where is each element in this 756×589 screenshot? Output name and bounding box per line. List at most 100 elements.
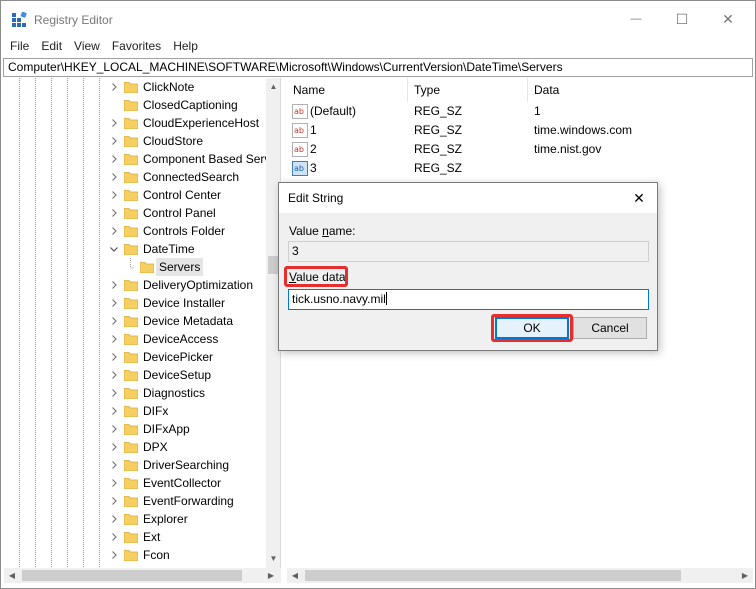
menu-view[interactable]: View	[69, 37, 105, 55]
chevron-right-icon[interactable]	[108, 456, 120, 474]
chevron-right-icon[interactable]	[108, 420, 120, 438]
registry-editor-icon	[12, 12, 27, 27]
chevron-right-icon[interactable]	[108, 150, 120, 168]
tree-item[interactable]: DIFxApp	[4, 420, 266, 438]
tree-item[interactable]: EventCollector	[4, 474, 266, 492]
folder-icon	[139, 261, 155, 274]
tree-item-label: DateTime	[143, 242, 195, 256]
tree-item[interactable]: Explorer	[4, 510, 266, 528]
column-header-name[interactable]: Name	[287, 78, 408, 102]
column-header-data[interactable]: Data	[528, 78, 753, 102]
tree-item[interactable]: Device Installer	[4, 294, 266, 312]
menu-bar: File Edit View Favorites Help	[1, 37, 755, 55]
value-name-cell: 2	[310, 142, 317, 156]
value-row[interactable]: ab (Default) REG_SZ 1	[287, 102, 753, 121]
value-name-label: Value name:	[289, 224, 356, 238]
value-data-cell: 1	[534, 104, 541, 118]
cancel-button[interactable]: Cancel	[573, 317, 647, 339]
ok-button-highlight-box	[491, 314, 573, 342]
chevron-right-icon[interactable]	[108, 510, 120, 528]
tree-item[interactable]: Ext	[4, 528, 266, 546]
tree-item[interactable]: DateTime	[4, 240, 266, 258]
tree-item-label: ConnectedSearch	[143, 170, 240, 184]
tree-item[interactable]: Control Center	[4, 186, 266, 204]
column-header-type[interactable]: Type	[408, 78, 528, 102]
value-row[interactable]: ab 2 REG_SZ time.nist.gov	[287, 140, 753, 159]
value-data-cell: time.windows.com	[534, 123, 633, 137]
folder-icon	[123, 279, 139, 292]
tree-item[interactable]: DeliveryOptimization	[4, 276, 266, 294]
chevron-right-icon[interactable]	[108, 366, 120, 384]
edit-string-dialog: Edit String ✕ Value name: 3 Value data: …	[278, 182, 658, 351]
tree-item[interactable]: DeviceSetup	[4, 366, 266, 384]
chevron-right-icon[interactable]	[108, 132, 120, 150]
chevron-right-icon[interactable]	[108, 402, 120, 420]
chevron-right-icon[interactable]	[108, 528, 120, 546]
scroll-up-arrow-icon[interactable]: ▲	[266, 78, 280, 94]
scroll-down-arrow-icon[interactable]: ▼	[266, 550, 280, 566]
chevron-right-icon[interactable]	[108, 348, 120, 366]
chevron-right-icon[interactable]	[108, 294, 120, 312]
tree-item[interactable]: CloudStore	[4, 132, 266, 150]
chevron-right-icon[interactable]	[108, 330, 120, 348]
value-row[interactable]: ab 3 REG_SZ	[287, 159, 753, 178]
menu-help[interactable]: Help	[168, 37, 203, 55]
maximize-button[interactable]: ☐	[659, 1, 705, 37]
tree-item[interactable]: Device Metadata	[4, 312, 266, 330]
scroll-left-arrow-icon[interactable]: ◀	[287, 568, 303, 583]
chevron-right-icon[interactable]	[108, 204, 120, 222]
tree-item[interactable]: ConnectedSearch	[4, 168, 266, 186]
menu-favorites[interactable]: Favorites	[107, 37, 166, 55]
tree-item[interactable]: EventForwarding	[4, 492, 266, 510]
chevron-right-icon[interactable]	[108, 78, 120, 96]
tree-item[interactable]: ClickNote	[4, 78, 266, 96]
chevron-right-icon[interactable]	[108, 546, 120, 564]
tree-item[interactable]: DeviceAccess	[4, 330, 266, 348]
menu-edit[interactable]: Edit	[36, 37, 67, 55]
value-name-cell: (Default)	[310, 104, 357, 118]
chevron-right-icon[interactable]	[108, 312, 120, 330]
tree-item[interactable]: Control Panel	[4, 204, 266, 222]
chevron-down-icon[interactable]	[108, 240, 120, 258]
tree-item[interactable]: Component Based Serv	[4, 150, 270, 168]
scroll-left-arrow-icon[interactable]: ◀	[4, 568, 20, 583]
chevron-right-icon[interactable]	[108, 114, 120, 132]
chevron-right-icon[interactable]	[108, 384, 120, 402]
scroll-right-arrow-icon[interactable]: ▶	[737, 568, 753, 583]
tree-item[interactable]: Diagnostics	[4, 384, 266, 402]
address-bar[interactable]: Computer\HKEY_LOCAL_MACHINE\SOFTWARE\Mic…	[3, 58, 753, 77]
tree-horizontal-scrollbar[interactable]: ◀ ▶	[4, 568, 281, 583]
chevron-right-icon[interactable]	[108, 186, 120, 204]
tree-item[interactable]: DevicePicker	[4, 348, 266, 366]
menu-file[interactable]: File	[5, 37, 34, 55]
tree-hscroll-thumb[interactable]	[22, 570, 242, 581]
minimize-button[interactable]: —	[613, 1, 659, 37]
chevron-right-icon[interactable]	[108, 222, 120, 240]
chevron-right-icon[interactable]	[108, 168, 120, 186]
close-button[interactable]: ✕	[705, 1, 751, 37]
tree-item[interactable]: ClosedCaptioning	[4, 96, 266, 114]
value-type-cell: REG_SZ	[414, 104, 463, 118]
tree-item[interactable]: Servers	[4, 258, 266, 276]
value-data-input[interactable]: tick.usno.navy.mil	[288, 289, 649, 310]
value-row[interactable]: ab 1 REG_SZ time.windows.com	[287, 121, 753, 140]
tree-item[interactable]: Controls Folder	[4, 222, 266, 240]
list-horizontal-scrollbar[interactable]: ◀ ▶	[287, 568, 753, 583]
scroll-right-arrow-icon[interactable]: ▶	[263, 568, 279, 583]
list-hscroll-thumb[interactable]	[305, 570, 681, 581]
tree-item[interactable]: DIFx	[4, 402, 266, 420]
chevron-right-icon[interactable]	[108, 438, 120, 456]
dialog-close-button[interactable]: ✕	[629, 188, 649, 208]
folder-icon	[123, 297, 139, 310]
chevron-right-icon[interactable]	[108, 276, 120, 294]
tree-item[interactable]: DriverSearching	[4, 456, 266, 474]
tree-item[interactable]: DPX	[4, 438, 266, 456]
tree-item[interactable]: CloudExperienceHost	[4, 114, 266, 132]
folder-icon	[123, 81, 139, 94]
tree-item[interactable]: Fcon	[4, 546, 266, 564]
chevron-right-icon[interactable]	[108, 492, 120, 510]
key-tree-pane[interactable]: ClickNote ClosedCaptioning CloudExperience…	[4, 78, 281, 568]
string-value-icon: ab	[292, 104, 308, 119]
chevron-right-icon[interactable]	[108, 474, 120, 492]
maximize-icon: ☐	[675, 10, 689, 27]
